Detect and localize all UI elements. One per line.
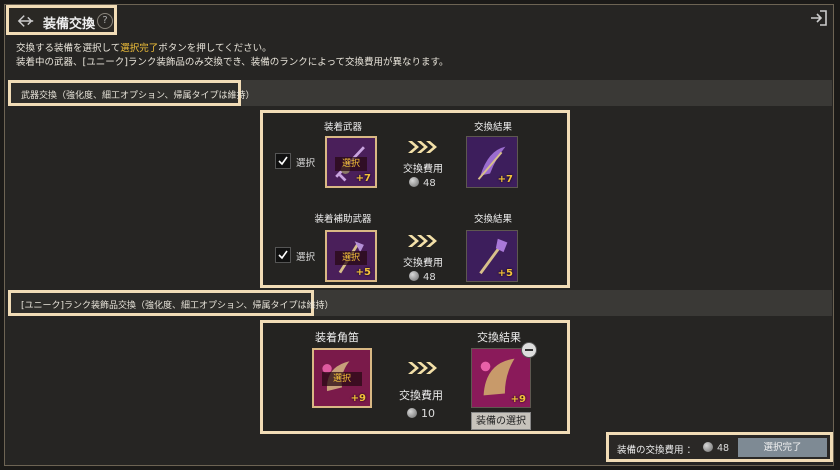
coin-icon (409, 177, 419, 187)
total-cost-label: 装備の交換費用 ： (617, 445, 697, 456)
check-icon (278, 250, 288, 260)
info-line-2: 装着中の武器、[ユニーク]ランク装飾品のみ交換でき、装備のランクによって交換費用… (16, 57, 449, 68)
result-subweapon-slot[interactable]: +5 (466, 230, 518, 282)
equipped-weapon-label: 装着武器 (323, 122, 362, 133)
cost-value: 10 (407, 407, 435, 420)
enhance-level: +5 (355, 267, 371, 278)
accessory-exchange-panel: 装着角笛 交換結果 選択 +9 交換費用 10 +9 装備の選択 (260, 320, 570, 434)
enhance-level: +7 (355, 173, 371, 184)
result-horn-slot[interactable]: +9 (471, 348, 531, 408)
enhance-level: +7 (497, 174, 513, 185)
cost-label: 交換費用 (399, 389, 443, 402)
result-weapon-slot[interactable]: +7 (466, 136, 518, 188)
enhance-level: +9 (510, 394, 526, 405)
enhance-level: +9 (350, 393, 366, 404)
coin-icon (703, 442, 713, 452)
enhance-level: +5 (497, 268, 513, 279)
back-arrow-icon[interactable] (17, 13, 35, 29)
result-label: 交換結果 (473, 122, 512, 133)
instructions: 交換する装備を選択して選択完了ボタンを押してください。 装着中の武器、[ユニーク… (16, 42, 449, 70)
select-checkbox[interactable] (275, 153, 291, 169)
equipped-horn-label: 装着角笛 (315, 331, 359, 344)
total-cost-value: 48 (703, 442, 729, 454)
help-icon[interactable]: ? (97, 13, 113, 29)
cost-value: 48 (409, 177, 436, 189)
exchange-arrow-icon (408, 362, 437, 374)
equipped-horn-slot[interactable]: 選択 +9 (312, 348, 372, 408)
weapon-exchange-panel: 装着武器 交換結果 選択 選択 +7 交換費用 48 +7 装着補助武器 交換結… (260, 110, 570, 288)
selected-badge: 選択 (335, 157, 367, 172)
result-label: 交換結果 (473, 214, 512, 225)
weapon-section-bar: 武器交換（強化度、細工オプション、帰属タイプは維持） (8, 80, 832, 106)
cost-label: 交換費用 (403, 164, 443, 175)
choose-equipment-button[interactable]: 装備の選択 (471, 412, 531, 430)
remove-icon[interactable] (521, 342, 537, 358)
select-label: 選択 (296, 158, 316, 169)
check-icon (278, 156, 288, 166)
equipped-subweapon-label: 装着補助武器 (314, 214, 372, 225)
equipped-subweapon-slot[interactable]: 選択 +5 (325, 230, 377, 282)
accessory-section-label: [ユニーク]ランク装飾品交換（強化度、細工オプション、帰属タイプは維持） (8, 290, 334, 316)
exchange-arrow-icon (408, 141, 437, 153)
info-text: ボタンを押してください。 (158, 43, 272, 54)
header-title-box: 装備交換 ? (6, 5, 117, 35)
accessory-section-bar: [ユニーク]ランク装飾品交換（強化度、細工オプション、帰属タイプは維持） (8, 290, 832, 316)
info-text: 交換する装備を選択して (16, 43, 121, 54)
selection-complete-button[interactable]: 選択完了 (738, 438, 827, 457)
coin-icon (409, 271, 419, 281)
exchange-arrow-icon (408, 235, 437, 247)
cost-label: 交換費用 (403, 258, 443, 269)
selected-badge: 選択 (322, 372, 362, 387)
page-title: 装備交換 (43, 17, 96, 32)
select-label: 選択 (296, 252, 316, 263)
footer-bar: 装備の交換費用 ： 48 選択完了 (606, 432, 833, 462)
selected-badge: 選択 (335, 251, 367, 266)
equipped-weapon-slot[interactable]: 選択 +7 (325, 136, 377, 188)
exit-icon[interactable] (809, 8, 829, 28)
cost-value: 48 (409, 271, 436, 283)
weapon-section-label: 武器交換（強化度、細工オプション、帰属タイプは維持） (8, 80, 254, 106)
info-highlight: 選択完了 (120, 43, 159, 54)
coin-icon (407, 408, 417, 418)
select-checkbox[interactable] (275, 247, 291, 263)
